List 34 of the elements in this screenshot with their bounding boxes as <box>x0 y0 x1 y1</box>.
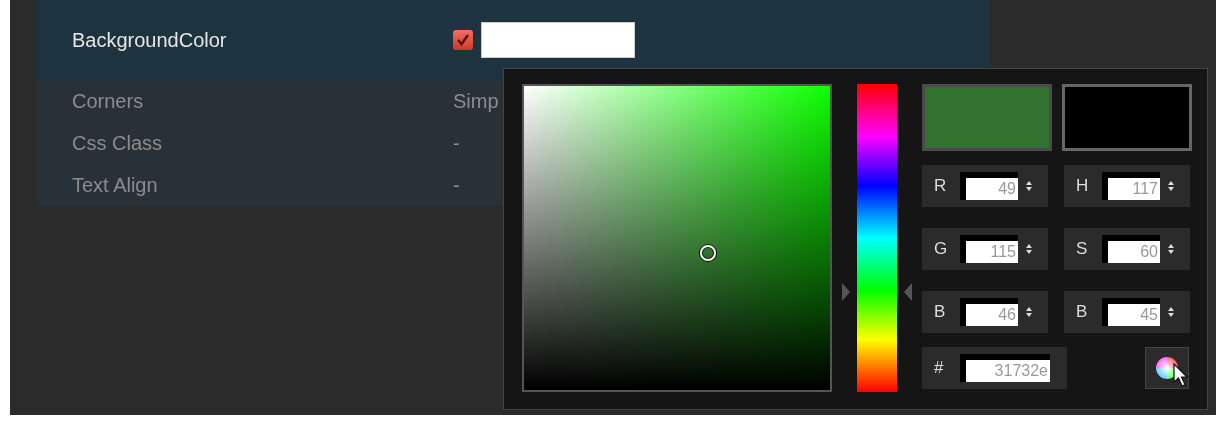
spinner-icon[interactable] <box>1026 181 1032 191</box>
channel-label: S <box>1076 239 1089 259</box>
spinner-icon[interactable] <box>1168 307 1174 317</box>
color-value-control[interactable]: B 46 <box>922 291 1048 333</box>
saturation-brightness-area[interactable] <box>522 84 832 392</box>
property-value: - <box>453 173 460 197</box>
mouse-pointer-icon <box>1173 363 1189 387</box>
color-value-control[interactable]: H 117 <box>1064 165 1190 207</box>
hex-label: # <box>934 358 945 378</box>
color-value-control[interactable]: G 115 <box>922 228 1048 270</box>
property-label: Corners <box>71 89 145 113</box>
property-value: Simp <box>453 89 499 113</box>
hue-slider-handle[interactable] <box>842 282 912 301</box>
color-swatch-field[interactable] <box>481 22 635 58</box>
color-value-control[interactable]: B 45 <box>1064 291 1190 333</box>
color-value-control[interactable]: R 49 <box>922 165 1048 207</box>
property-label: Text Align <box>71 173 159 197</box>
spinner-icon[interactable] <box>1026 244 1032 254</box>
spinner-icon[interactable] <box>1168 244 1174 254</box>
selected-property-row[interactable]: BackgroundColor <box>36 0 990 80</box>
color-value-control[interactable]: S 60 <box>1064 228 1190 270</box>
picker-cursor-icon[interactable] <box>699 245 716 262</box>
channel-label: R <box>934 176 948 196</box>
spinner-icon[interactable] <box>1168 181 1174 191</box>
spinner-icon[interactable] <box>1026 307 1032 317</box>
channel-label: H <box>1076 176 1090 196</box>
channel-label: B <box>934 302 947 322</box>
channel-label: B <box>1076 302 1089 322</box>
checkbox[interactable] <box>453 30 473 50</box>
property-value: - <box>453 131 460 155</box>
channel-label: G <box>934 239 949 259</box>
property-label: BackgroundColor <box>71 28 228 52</box>
hex-value-control[interactable]: # 31732e <box>922 347 1067 389</box>
property-label: Css Class <box>71 131 163 155</box>
